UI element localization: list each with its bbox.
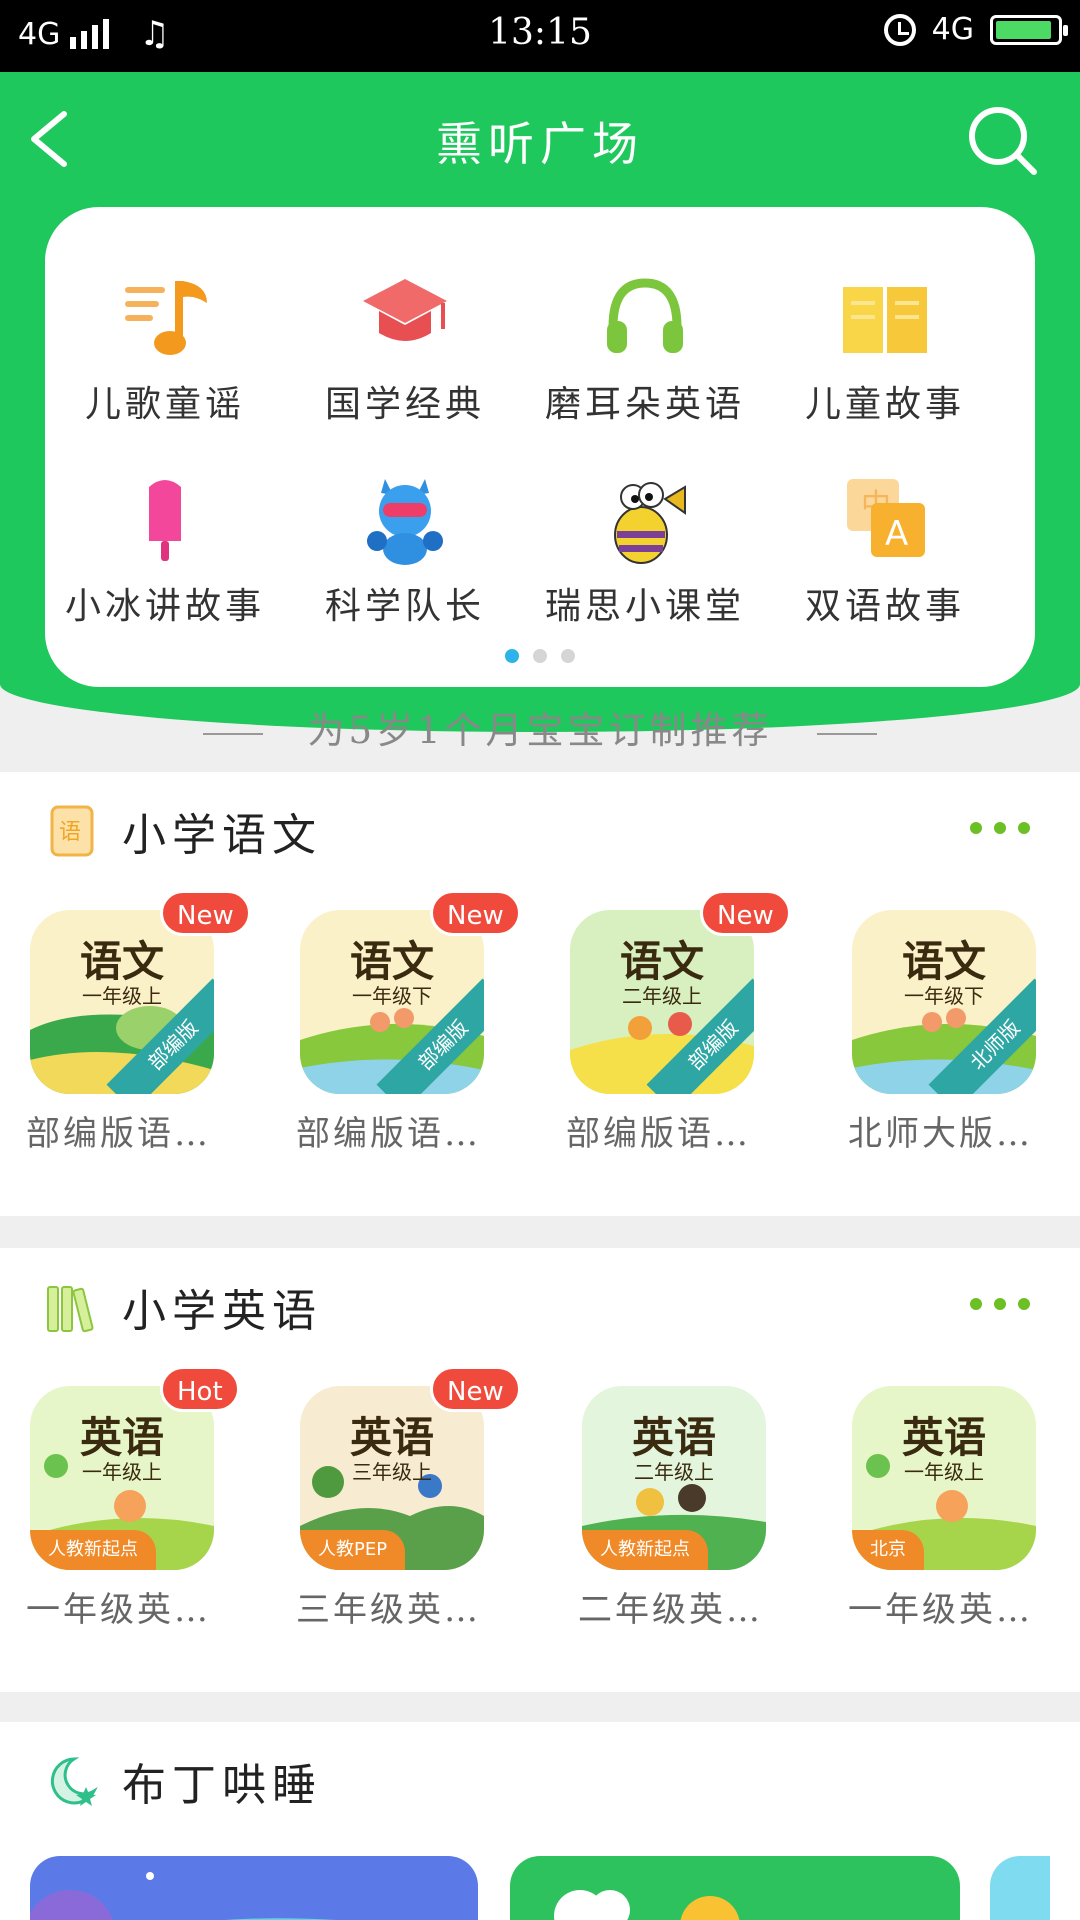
category-item-english-listening[interactable]: 磨耳朵英语 bbox=[525, 267, 765, 427]
category-item-science-captain[interactable]: 科学队长 bbox=[285, 469, 525, 629]
category-item-xiaobing-stories[interactable]: 小冰讲故事 bbox=[45, 469, 285, 629]
chinese-book-icon: 语 bbox=[50, 805, 94, 857]
section-title: 小学英语 bbox=[122, 1286, 322, 1337]
popsicle-icon bbox=[149, 480, 181, 561]
category-label: 儿童故事 bbox=[804, 384, 965, 425]
new-badge: New bbox=[160, 890, 251, 936]
category-label: 双语故事 bbox=[804, 586, 965, 627]
cover-subtitle: 一年级上 bbox=[904, 1460, 984, 1484]
new-badge: New bbox=[700, 890, 791, 936]
book-title: 二年级英••• bbox=[578, 1590, 778, 1630]
book-cover: 语文 一年级下 北师版 bbox=[852, 910, 1036, 1094]
book-title: 一年级英••• bbox=[848, 1590, 1048, 1630]
recommend-text: 为5岁1个月宝宝订制推荐 bbox=[307, 709, 773, 752]
section-title: 小学语文 bbox=[122, 810, 322, 861]
category-item-bilingual-stories[interactable]: 中 A 双语故事 bbox=[765, 469, 1005, 629]
category-card: 儿歌童谣 国学经典 磨耳朵英语 儿童故事 小冰讲故事 科学队长 瑞思小课堂 A … bbox=[45, 207, 1035, 687]
status-bar: 4G ♫ 13:15 4G bbox=[0, 0, 1080, 72]
section-pudding-sleep: 布丁哄睡 bbox=[0, 1722, 1080, 1920]
book-cover: 英语 一年级上 人教新起点 bbox=[30, 1386, 214, 1570]
book-cover: 语文 一年级上 部编版 bbox=[30, 910, 214, 1094]
battery-charging-icon bbox=[990, 14, 1068, 45]
more-button[interactable] bbox=[970, 1298, 1030, 1310]
hot-badge: Hot bbox=[160, 1366, 240, 1412]
publisher-tag: 人教新起点 bbox=[582, 1530, 708, 1570]
status-right: 4G bbox=[883, 12, 1068, 47]
search-icon[interactable] bbox=[966, 104, 1040, 178]
new-badge: New bbox=[430, 1366, 521, 1412]
robot-mascot-icon bbox=[367, 479, 443, 565]
book-title: 部编版语••• bbox=[566, 1114, 766, 1154]
svg-text:语: 语 bbox=[59, 820, 81, 845]
section-header: 语 小学语文 bbox=[44, 796, 322, 866]
book-cover: 英语 三年级上 人教PEP bbox=[300, 1386, 484, 1570]
section-title: 布丁哄睡 bbox=[122, 1760, 322, 1811]
divider-line bbox=[816, 732, 877, 735]
bee-mascot-icon bbox=[614, 482, 686, 564]
sleep-banner-card[interactable] bbox=[510, 1856, 960, 1920]
page-title: 熏听广场 bbox=[436, 117, 644, 171]
network-right-label: 4G bbox=[931, 12, 974, 47]
category-item-kids-stories[interactable]: 儿童故事 bbox=[765, 267, 1005, 427]
category-label: 科学队长 bbox=[324, 586, 485, 627]
publisher-tag: 人教PEP bbox=[300, 1530, 406, 1570]
book-cover: 英语 二年级上 人教新起点 bbox=[582, 1386, 766, 1570]
carousel-dot bbox=[561, 649, 575, 663]
category-label: 磨耳朵英语 bbox=[544, 384, 745, 425]
category-label: 小冰讲故事 bbox=[64, 586, 265, 627]
headphones-icon bbox=[607, 278, 683, 353]
books-shelf-icon bbox=[47, 1286, 94, 1333]
carousel-dot-active bbox=[505, 649, 519, 663]
book-cover: 语文 二年级上 部编版 bbox=[570, 910, 754, 1094]
section-primary-english: 小学英语 英语 一年级上 人教新起点 Hot 一年级英••• 英语 三年级上 人… bbox=[0, 1248, 1080, 1692]
publisher-tag: 北京 bbox=[852, 1530, 924, 1570]
bilingual-icon: 中 A bbox=[847, 479, 925, 557]
cover-subtitle: 三年级上 bbox=[352, 1460, 432, 1484]
cover-subtitle: 一年级上 bbox=[82, 1460, 162, 1484]
category-label: 国学经典 bbox=[324, 384, 485, 425]
svg-text:A: A bbox=[885, 514, 908, 554]
alarm-icon bbox=[883, 13, 916, 46]
carousel-dot bbox=[533, 649, 547, 663]
book-title: 三年级英••• bbox=[296, 1590, 496, 1630]
music-note-icon bbox=[125, 281, 207, 355]
publisher-tag: 人教新起点 bbox=[30, 1530, 156, 1570]
category-label: 儿歌童谣 bbox=[84, 384, 245, 425]
book-cover: 英语 一年级上 北京 bbox=[852, 1386, 1036, 1570]
book-title: 一年级英••• bbox=[26, 1590, 226, 1630]
category-item-children-songs[interactable]: 儿歌童谣 bbox=[45, 267, 285, 427]
cover-subtitle: 二年级上 bbox=[634, 1460, 714, 1484]
open-book-icon bbox=[843, 287, 927, 353]
new-badge: New bbox=[430, 890, 521, 936]
sleep-banner-card[interactable] bbox=[30, 1856, 478, 1920]
more-button[interactable] bbox=[970, 822, 1030, 834]
book-title: 部编版语••• bbox=[26, 1114, 226, 1154]
graduation-cap-icon bbox=[363, 279, 447, 341]
recommend-caption: 为5岁1个月宝宝订制推荐 bbox=[0, 700, 1080, 754]
moon-stars-icon bbox=[50, 1757, 98, 1806]
section-header: 布丁哄睡 bbox=[44, 1746, 322, 1816]
category-item-rise-classroom[interactable]: 瑞思小课堂 bbox=[525, 469, 765, 629]
section-primary-chinese: 语 小学语文 语文 一年级上 部编版 New 部编版语••• 语文 一年级下 部… bbox=[0, 772, 1080, 1216]
divider-line bbox=[203, 732, 264, 735]
book-title: 部编版语••• bbox=[296, 1114, 496, 1154]
carousel-indicator bbox=[45, 649, 1035, 663]
sleep-banner-card[interactable] bbox=[990, 1856, 1050, 1920]
category-item-classics[interactable]: 国学经典 bbox=[285, 267, 525, 427]
category-label: 瑞思小课堂 bbox=[544, 586, 745, 627]
book-cover: 语文 一年级下 部编版 bbox=[300, 910, 484, 1094]
section-header: 小学英语 bbox=[44, 1272, 322, 1342]
book-title: 北师大版••• bbox=[848, 1114, 1048, 1154]
